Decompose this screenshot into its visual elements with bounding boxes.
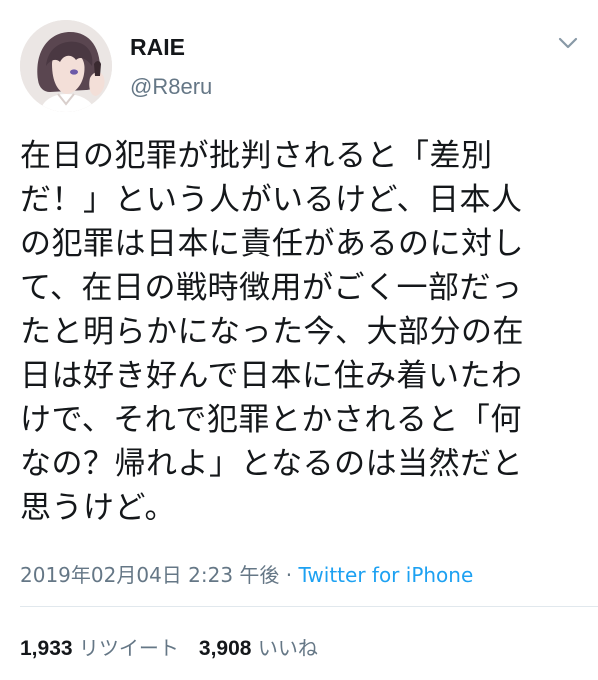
retweet-count: 1,933	[20, 637, 73, 660]
like-count: 3,908	[198, 637, 252, 660]
tweet-text-line: なの？帰れよ」となるのは当然だと	[20, 446, 524, 482]
user-handle[interactable]: @R8eru	[130, 74, 212, 100]
retweet-label: リツイート	[78, 636, 179, 660]
tweet-timestamp[interactable]: 2019年02月04日 2:23 午後	[20, 563, 279, 587]
tweet-text-line: 思うけど。	[20, 490, 176, 526]
display-name[interactable]: RAIE	[130, 34, 185, 61]
tweet-text-line: たと明らかになった今、大部分の在	[20, 314, 524, 350]
retweet-stat[interactable]: 1,933 リツイート	[20, 636, 179, 660]
like-stat[interactable]: 3,908 いいね	[199, 636, 318, 660]
tweet-text-line: けで、それで犯罪とかされると「何	[20, 402, 522, 438]
tweet-text: 在日の犯罪が批判されると「差別 だ！」という人がいるけど、日本人 の犯罪は日本に…	[20, 134, 580, 530]
avatar-illustration	[20, 20, 112, 112]
avatar[interactable]	[20, 20, 112, 112]
tweet-text-line: の犯罪は日本に責任があるのに対し	[20, 226, 524, 262]
tweet-text-line: 日は好き好んで日本に住み着いたわ	[20, 358, 523, 394]
tweet-text-line: 在日の犯罪が批判されると「差別	[20, 138, 493, 174]
tweet-text-line: だ！」という人がいるけど、日本人	[20, 182, 523, 218]
chevron-down-icon[interactable]	[556, 34, 580, 52]
tweet-text-line: て、在日の戦時徴用がごく一部だっ	[20, 270, 523, 306]
divider	[20, 606, 598, 607]
tweet-meta: 2019年02月04日 2:23 午後 · Twitter for iPhone	[20, 559, 473, 588]
tweet-detail: RAIE @R8eru 在日の犯罪が批判されると「差別 だ！」という人がいるけど…	[0, 0, 598, 680]
like-label: いいね	[257, 636, 318, 660]
meta-separator: ·	[285, 563, 293, 587]
tweet-source-link[interactable]: Twitter for iPhone	[299, 563, 474, 587]
tweet-stats: 1,933 リツイート 3,908 いいね	[20, 632, 318, 661]
